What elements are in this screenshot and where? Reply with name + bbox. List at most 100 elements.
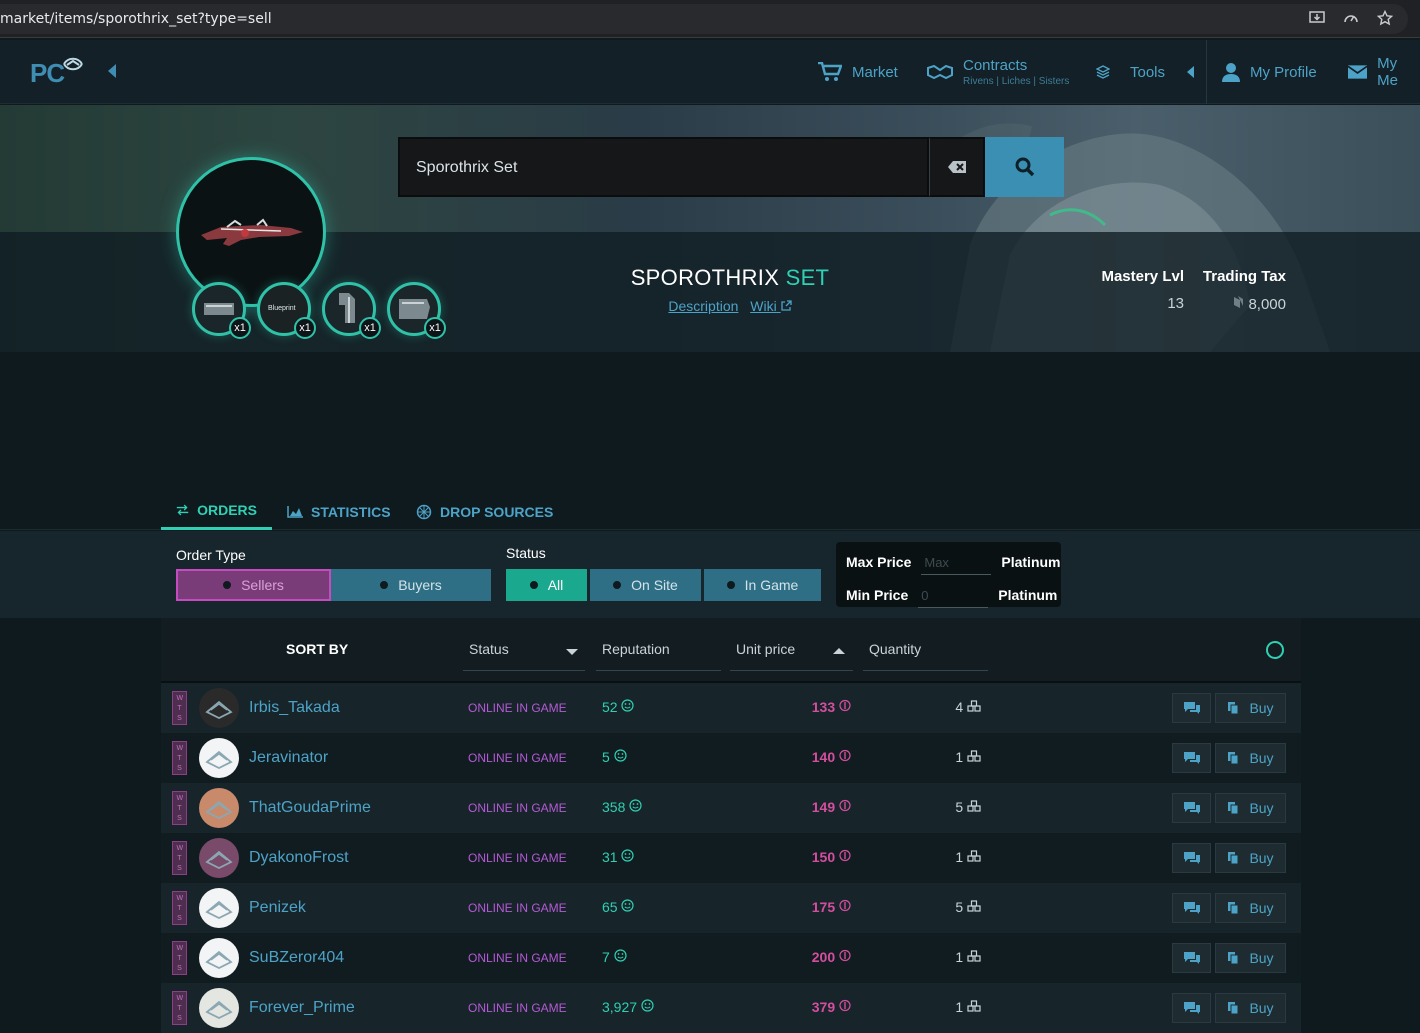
chat-button[interactable] <box>1172 743 1211 773</box>
trading-tax-value: 8,000 <box>1248 296 1286 313</box>
chat-button[interactable] <box>1172 843 1211 873</box>
reputation-value: 31 <box>602 849 618 865</box>
quantity: 1 <box>921 949 981 965</box>
min-price-unit: Platinum <box>998 587 1058 603</box>
chat-button[interactable] <box>1172 793 1211 823</box>
wts-badge-text: WTS <box>176 845 184 872</box>
cart-icon <box>818 62 842 81</box>
address-bar[interactable]: market/items/sporothrix_set?type=sell <box>0 4 1408 34</box>
item-tabs: ORDERS STATISTICS DROP SOURCES <box>0 493 1420 530</box>
nav-my-profile[interactable]: My Profile <box>1222 40 1317 104</box>
seller-reputation: 3,927 <box>602 999 654 1015</box>
status-all-toggle[interactable]: All <box>506 569 587 601</box>
smiley-icon <box>621 849 635 862</box>
sort-quantity-column[interactable]: Quantity <box>863 631 988 671</box>
seller-username[interactable]: DyakonoFrost <box>249 849 349 867</box>
buy-button[interactable]: Buy <box>1215 793 1286 823</box>
search-icon <box>1015 157 1034 177</box>
avatar[interactable] <box>199 838 239 878</box>
set-part-stock[interactable]: x1 <box>322 282 381 339</box>
quantity-value: 1 <box>955 949 964 965</box>
blueprint-part-label: Blueprint <box>268 305 296 312</box>
buy-button[interactable]: Buy <box>1215 843 1286 873</box>
seller-status: ONLINE IN GAME <box>468 751 567 765</box>
avatar[interactable] <box>199 988 239 1028</box>
tab-statistics-label: STATISTICS <box>311 503 391 520</box>
performance-icon[interactable] <box>1342 9 1360 27</box>
wiki-link[interactable]: Wiki <box>750 298 792 314</box>
quantity: 5 <box>921 799 981 815</box>
clear-search-button[interactable] <box>929 137 985 197</box>
smiley-icon <box>621 899 635 912</box>
seller-username[interactable]: Jeravinator <box>249 749 328 767</box>
url-text[interactable]: market/items/sporothrix_set?type=sell <box>0 11 272 27</box>
tools-collapse-icon[interactable] <box>1187 66 1195 78</box>
description-link[interactable]: Description <box>668 298 738 314</box>
buy-button[interactable]: Buy <box>1215 893 1286 923</box>
tab-orders[interactable]: ORDERS <box>161 493 272 530</box>
set-part-blueprint[interactable]: Blueprint x1 <box>257 282 316 339</box>
chat-button[interactable] <box>1172 893 1211 923</box>
buy-button[interactable]: Buy <box>1215 693 1286 723</box>
tab-statistics[interactable]: STATISTICS <box>272 493 406 530</box>
avatar[interactable] <box>199 738 239 778</box>
unit-price: 379 <box>781 999 851 1015</box>
radio-dot-icon <box>223 581 232 589</box>
seller-username[interactable]: SuBZeror404 <box>249 949 344 967</box>
handshake-icon <box>927 64 953 80</box>
wiki-link-label: Wiki <box>750 298 777 314</box>
tab-drop-sources[interactable]: DROP SOURCES <box>401 493 568 530</box>
sort-reputation-column[interactable]: Reputation <box>596 631 721 671</box>
buy-button[interactable]: Buy <box>1215 993 1286 1023</box>
copy-icon <box>1228 852 1239 865</box>
chat-button[interactable] <box>1172 693 1211 723</box>
buy-button[interactable]: Buy <box>1215 743 1286 773</box>
buy-button-label: Buy <box>1249 900 1274 916</box>
buy-button-label: Buy <box>1249 750 1274 766</box>
sort-status-column[interactable]: Status <box>463 631 585 671</box>
nav-my-messages[interactable]: My Me <box>1348 40 1420 104</box>
set-part-barrel[interactable]: x1 <box>387 282 446 339</box>
status-in-game-toggle[interactable]: In Game <box>704 569 821 601</box>
avatar[interactable] <box>199 788 239 828</box>
bookmark-star-icon[interactable] <box>1376 9 1394 27</box>
seller-username[interactable]: Penizek <box>249 899 306 917</box>
seller-username[interactable]: Forever_Prime <box>249 999 355 1017</box>
set-part-receiver[interactable]: x1 <box>192 282 251 339</box>
avatar[interactable] <box>199 688 239 728</box>
avatar[interactable] <box>199 938 239 978</box>
max-price-input[interactable]: Max <box>921 549 992 575</box>
part-quantity: x1 <box>229 317 251 339</box>
wts-badge-text: WTS <box>176 945 184 972</box>
buy-button[interactable]: Buy <box>1215 943 1286 973</box>
refresh-icon[interactable] <box>1266 641 1284 659</box>
radio-dot-icon <box>529 581 538 589</box>
status-on-site-toggle[interactable]: On Site <box>590 569 701 601</box>
layers-icon <box>1096 65 1110 79</box>
nav-tools[interactable]: Tools <box>1096 40 1195 104</box>
seller-username[interactable]: Irbis_Takada <box>249 699 340 717</box>
user-avatar-icon <box>205 700 233 720</box>
buyers-toggle[interactable]: Buyers <box>331 569 491 601</box>
status-in-game-label: In Game <box>744 577 799 593</box>
search-button[interactable] <box>985 137 1064 197</box>
search-input[interactable]: Sporothrix Set <box>398 137 929 197</box>
sellers-toggle[interactable]: Sellers <box>176 569 331 601</box>
buy-button-label: Buy <box>1249 800 1274 816</box>
install-app-icon[interactable] <box>1308 9 1326 27</box>
warframe-logo-icon <box>63 57 83 71</box>
chat-button[interactable] <box>1172 943 1211 973</box>
nav-market[interactable]: Market <box>818 40 898 104</box>
seller-username[interactable]: ThatGoudaPrime <box>249 799 371 817</box>
sort-unit-price-column[interactable]: Unit price <box>730 631 853 671</box>
sporothrix-rifle-icon <box>201 218 303 246</box>
unit-price-value: 140 <box>811 749 836 765</box>
user-avatar-icon <box>205 1000 233 1020</box>
site-logo[interactable]: PC <box>30 54 86 88</box>
collapse-sidebar-icon[interactable] <box>108 64 116 78</box>
chat-button[interactable] <box>1172 993 1211 1023</box>
nav-contracts[interactable]: Contracts Rivens | Liches | Sisters <box>927 40 1069 104</box>
min-price-input[interactable]: 0 <box>918 582 989 608</box>
order-filters: Order Type Sellers Buyers Status All On … <box>0 531 1420 618</box>
avatar[interactable] <box>199 888 239 928</box>
